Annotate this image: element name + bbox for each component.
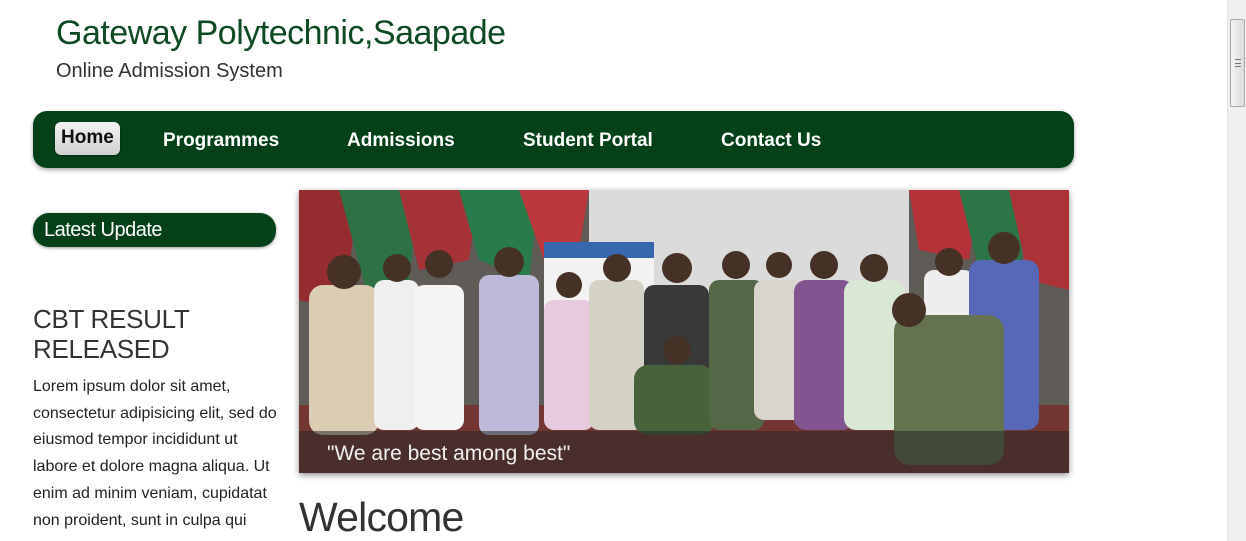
nav-programmes[interactable]: Programmes <box>163 130 279 152</box>
vertical-scrollbar[interactable] <box>1227 0 1246 541</box>
site-title: Gateway Polytechnic,Saapade <box>56 14 506 52</box>
news-title: CBT RESULT RELEASED <box>33 304 189 364</box>
banner-caption: "We are best among best" <box>327 442 571 465</box>
nav-admissions[interactable]: Admissions <box>347 130 455 152</box>
page: Gateway Polytechnic,Saapade Online Admis… <box>0 0 1227 541</box>
welcome-heading: Welcome <box>299 494 464 540</box>
nav-home[interactable]: Home <box>55 122 120 155</box>
latest-update-label: Latest Update <box>44 219 163 241</box>
site-subtitle: Online Admission System <box>56 60 283 82</box>
latest-update-header: Latest Update <box>33 213 276 247</box>
news-body: Lorem ipsum dolor sit amet, consectetur … <box>33 378 277 529</box>
grip-icon <box>1235 59 1241 67</box>
scrollbar-thumb[interactable] <box>1230 19 1245 107</box>
main-nav: Home Programmes Admissions Student Porta… <box>33 111 1074 168</box>
banner-slideshow[interactable]: "We are best among best" <box>299 190 1069 473</box>
nav-contact-us[interactable]: Contact Us <box>721 130 821 152</box>
nav-student-portal[interactable]: Student Portal <box>523 130 653 152</box>
